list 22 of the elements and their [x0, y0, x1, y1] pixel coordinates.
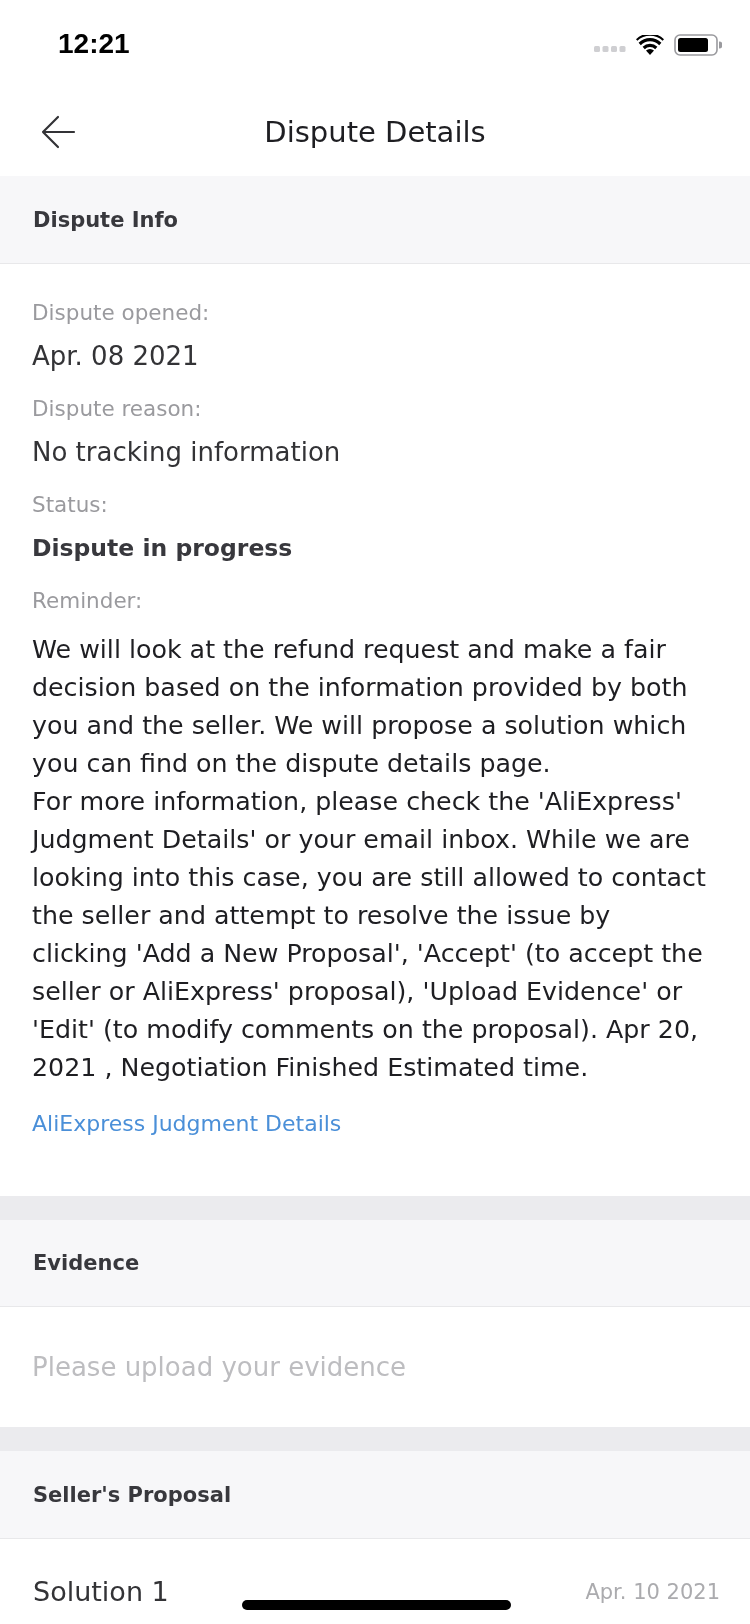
judgment-details-link[interactable]: AliExpress Judgment Details	[32, 1111, 342, 1136]
reminder-paragraph: We will look at the refund request and make a fair decision based on the information provided by both you and the seller. We will propose a solution which you can find on the dispute details page.	[32, 634, 689, 780]
field-label: Reminder:	[32, 587, 143, 615]
back-arrow-icon	[40, 114, 76, 150]
solution-date: Apr. 10 2021	[585, 1579, 720, 1606]
status-time: 12:21	[58, 27, 130, 61]
signal-bars-icon	[594, 46, 626, 52]
field-label: Dispute reason:	[32, 395, 202, 423]
field-label: Status:	[32, 491, 108, 519]
wifi-icon	[636, 35, 664, 55]
field-label: Dispute opened:	[32, 299, 210, 327]
field-value: No tracking information	[32, 436, 341, 469]
status-value: Dispute in progress	[32, 533, 293, 564]
solution-title: Solution 1	[33, 1575, 169, 1609]
page-title: Dispute Details	[264, 114, 486, 151]
section-title: Dispute Info	[33, 206, 179, 234]
battery-icon	[674, 34, 722, 56]
section-title: Evidence	[33, 1250, 140, 1277]
empty-evidence-message: Please upload your evidence	[32, 1351, 407, 1384]
reminder-paragraph: For more information, please check the 'AliExpress' Judgment Details' or your email inbox. While we are looking into this case, you are still allowed to contact the seller and attempt to resolve the issue by clicking 'Add a New Proposal', 'Accept' (to accept the seller or AliExpress' proposal), 'Upload Evidence' or 'Edit' (to modify comments on the proposal). Apr 20, 2021 , Negotiation Finished Estimated time.	[32, 786, 707, 1084]
field-value: Apr. 08 2021	[32, 340, 199, 373]
section-title: Seller's Proposal	[33, 1481, 232, 1509]
